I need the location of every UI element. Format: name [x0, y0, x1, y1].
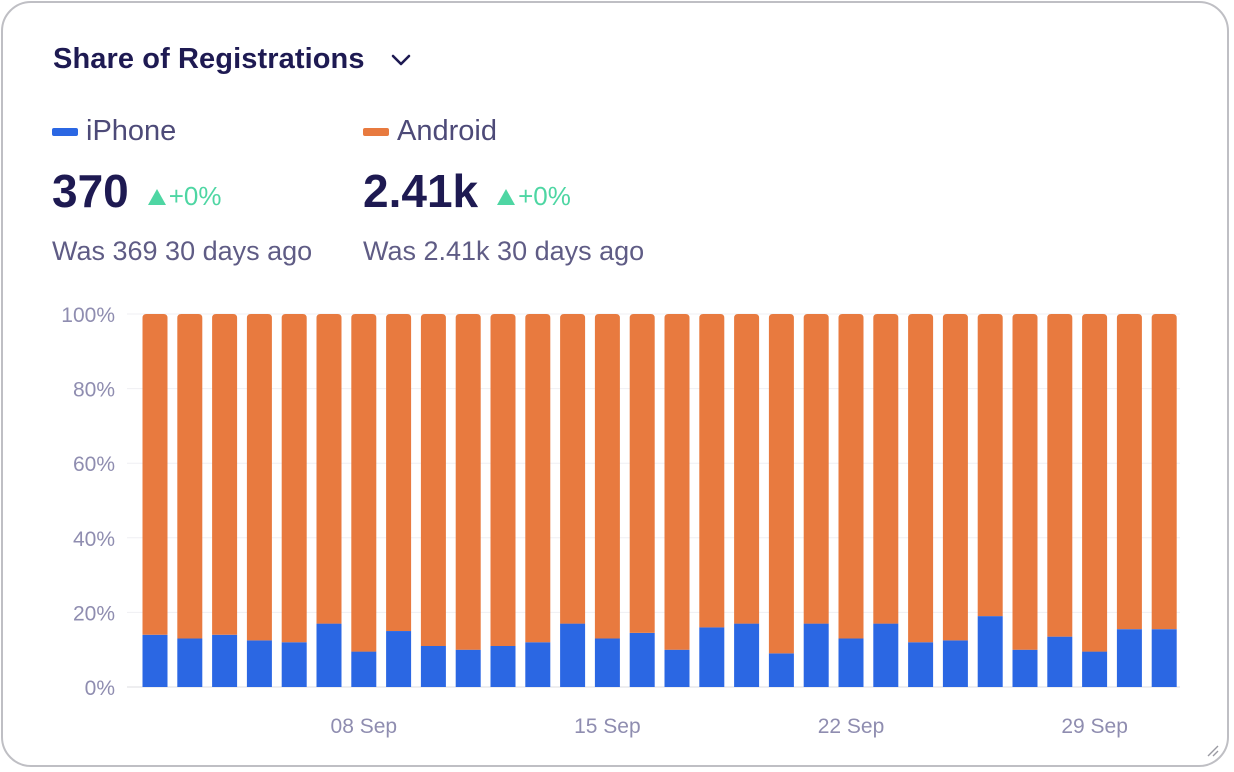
bar-iphone-16[interactable] — [699, 627, 725, 687]
bar-iphone-4[interactable] — [281, 642, 307, 687]
bar-iphone-22[interactable] — [908, 642, 934, 687]
y-tick-label: 100% — [61, 304, 115, 327]
bar-android-1[interactable] — [177, 314, 203, 639]
x-tick-label: 22 Sep — [818, 715, 885, 738]
bar-android-27[interactable] — [1082, 314, 1108, 652]
y-tick-label: 60% — [73, 453, 115, 476]
stacked-bar-chart: 0% 20% 40% 60% 80% 100% 08 Sep 15 Sep 22 Sep 29 S… — [61, 304, 1180, 738]
y-tick-label: 80% — [73, 379, 115, 402]
bar-android-17[interactable] — [734, 314, 760, 624]
bar-iphone-23[interactable] — [942, 640, 968, 687]
bar-android-12[interactable] — [560, 314, 586, 624]
bar-android-25[interactable] — [1012, 314, 1038, 650]
bar-android-6[interactable] — [351, 314, 377, 652]
bar-iphone-9[interactable] — [455, 649, 481, 687]
x-tick-label: 29 Sep — [1061, 715, 1128, 738]
bar-android-21[interactable] — [873, 314, 899, 624]
bar-iphone-26[interactable] — [1047, 636, 1073, 687]
bar-android-3[interactable] — [246, 314, 272, 641]
bar-android-19[interactable] — [803, 314, 829, 624]
bar-iphone-24[interactable] — [977, 616, 1003, 687]
bar-android-23[interactable] — [942, 314, 968, 641]
bar-iphone-20[interactable] — [838, 638, 864, 687]
bar-android-7[interactable] — [386, 314, 412, 632]
bar-iphone-2[interactable] — [212, 634, 238, 687]
bar-iphone-17[interactable] — [734, 623, 760, 687]
bar-android-22[interactable] — [908, 314, 934, 643]
bar-android-4[interactable] — [281, 314, 307, 643]
bar-iphone-15[interactable] — [664, 649, 690, 687]
bar-android-18[interactable] — [768, 314, 794, 654]
bar-iphone-27[interactable] — [1082, 651, 1108, 687]
y-tick-label: 40% — [73, 528, 115, 551]
y-tick-label: 0% — [85, 677, 115, 700]
bar-android-11[interactable] — [525, 314, 551, 643]
bar-android-2[interactable] — [212, 314, 238, 635]
bar-android-0[interactable] — [142, 314, 168, 635]
bar-iphone-19[interactable] — [803, 623, 829, 687]
bar-iphone-5[interactable] — [316, 623, 342, 687]
x-tick-label: 15 Sep — [574, 715, 641, 738]
bar-android-8[interactable] — [420, 314, 446, 646]
bar-android-16[interactable] — [699, 314, 725, 628]
bar-android-5[interactable] — [316, 314, 342, 624]
bar-android-15[interactable] — [664, 314, 690, 650]
bar-iphone-13[interactable] — [594, 638, 620, 687]
bar-iphone-11[interactable] — [525, 642, 551, 687]
x-tick-label: 08 Sep — [331, 715, 398, 738]
bar-android-28[interactable] — [1116, 314, 1142, 630]
y-tick-label: 20% — [73, 602, 115, 625]
bar-iphone-0[interactable] — [142, 634, 168, 687]
bar-iphone-8[interactable] — [420, 645, 446, 687]
bar-iphone-10[interactable] — [490, 645, 516, 687]
bar-iphone-14[interactable] — [629, 632, 655, 687]
bar-iphone-29[interactable] — [1151, 629, 1177, 687]
bar-iphone-18[interactable] — [768, 653, 794, 687]
bar-iphone-28[interactable] — [1116, 629, 1142, 687]
bar-android-20[interactable] — [838, 314, 864, 639]
bar-android-29[interactable] — [1151, 314, 1177, 630]
bar-iphone-6[interactable] — [351, 651, 377, 687]
bar-iphone-21[interactable] — [873, 623, 899, 687]
bar-iphone-12[interactable] — [560, 623, 586, 687]
bar-android-26[interactable] — [1047, 314, 1073, 637]
bar-iphone-7[interactable] — [386, 631, 412, 687]
bar-iphone-25[interactable] — [1012, 649, 1038, 687]
bar-android-13[interactable] — [594, 314, 620, 639]
bar-android-10[interactable] — [490, 314, 516, 646]
bar-iphone-1[interactable] — [177, 638, 203, 687]
resize-handle-icon[interactable] — [1205, 743, 1219, 757]
bar-android-9[interactable] — [455, 314, 481, 650]
bar-android-24[interactable] — [977, 314, 1003, 617]
bar-iphone-3[interactable] — [246, 640, 272, 687]
bar-android-14[interactable] — [629, 314, 655, 633]
chart-card: Share of Registrations iPhone 370 +0% Wa… — [1, 1, 1229, 767]
